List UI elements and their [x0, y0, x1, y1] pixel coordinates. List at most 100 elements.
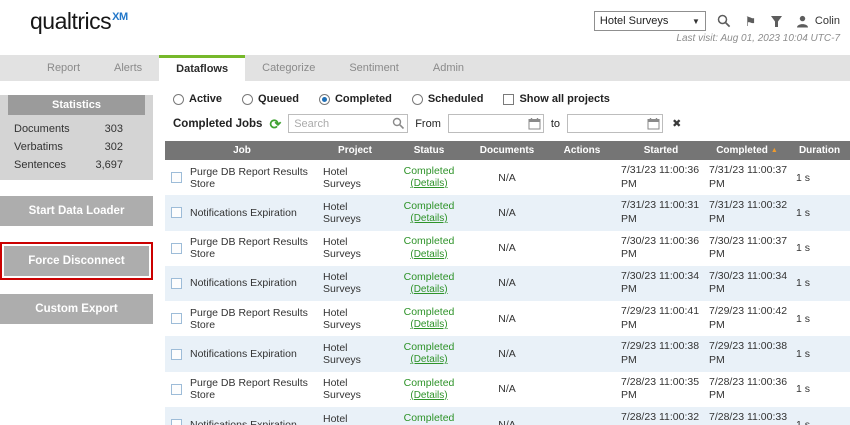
duration-cell: 1 s	[789, 407, 850, 425]
tab-categorize[interactable]: Categorize	[245, 55, 332, 81]
status-label: Completed	[395, 412, 463, 425]
job-name: Notifications Expiration	[190, 207, 297, 219]
row-checkbox[interactable]	[171, 349, 182, 360]
table-row: Purge DB Report Results Store Hotel Surv…	[165, 301, 850, 336]
tab-admin[interactable]: Admin	[416, 55, 481, 81]
column-header-project[interactable]: Project	[319, 141, 391, 160]
filter-icon[interactable]	[769, 14, 784, 29]
actions-cell	[547, 231, 617, 266]
statistics-title: Statistics	[8, 95, 145, 115]
table-row: Notifications Expiration Hotel Surveys C…	[165, 266, 850, 301]
top-bar: qualtricsXM Hotel Surveys ▼ ⚑ Colin Last…	[0, 0, 850, 55]
column-header-status[interactable]: Status	[391, 141, 467, 160]
column-header-started[interactable]: Started	[617, 141, 705, 160]
status-label: Completed	[395, 306, 463, 319]
tab-alerts[interactable]: Alerts	[97, 55, 159, 81]
table-row: Notifications Expiration Hotel Surveys C…	[165, 336, 850, 371]
status-label: Completed	[395, 377, 463, 390]
status-label: Completed	[395, 271, 463, 284]
search-icon[interactable]	[392, 117, 405, 133]
project-name: Hotel Surveys	[319, 301, 391, 336]
stat-value: 3,697	[95, 159, 123, 171]
show-all-projects-checkbox[interactable]: Show all projects	[503, 93, 609, 105]
refresh-icon[interactable]: ⟳	[269, 117, 281, 131]
username-label[interactable]: Colin	[815, 15, 840, 27]
started-cell: 7/29/23 11:00:38PM	[617, 336, 705, 371]
job-name: Purge DB Report Results Store	[190, 377, 315, 401]
radio-label: Completed	[335, 93, 392, 105]
radio-icon[interactable]	[319, 94, 330, 105]
calendar-icon[interactable]	[647, 117, 660, 133]
row-checkbox[interactable]	[171, 313, 182, 324]
details-link[interactable]: (Details)	[395, 249, 463, 262]
row-checkbox[interactable]	[171, 207, 182, 218]
force-disconnect-button[interactable]: Force Disconnect	[4, 246, 149, 276]
tab-dataflows[interactable]: Dataflows	[159, 55, 245, 81]
details-link[interactable]: (Details)	[395, 284, 463, 297]
column-header-actions[interactable]: Actions	[547, 141, 617, 160]
column-header-job[interactable]: Job	[165, 141, 319, 160]
row-checkbox[interactable]	[171, 172, 182, 183]
details-link[interactable]: (Details)	[395, 319, 463, 332]
duration-cell: 1 s	[789, 301, 850, 336]
tab-report[interactable]: Report	[30, 55, 97, 81]
search-icon[interactable]	[717, 14, 732, 29]
details-link[interactable]: (Details)	[395, 178, 463, 191]
highlight-annotation: Force Disconnect	[0, 242, 153, 280]
row-checkbox[interactable]	[171, 419, 182, 425]
actions-cell	[547, 301, 617, 336]
documents-cell: N/A	[467, 195, 547, 230]
sort-indicator-icon: ▲	[771, 147, 778, 154]
completed-jobs-toolbar: Completed Jobs ⟳ From to	[165, 114, 850, 141]
job-name: Purge DB Report Results Store	[190, 166, 315, 190]
completed-cell: 7/30/23 11:00:34PM	[705, 266, 789, 301]
user-icon[interactable]	[795, 14, 810, 29]
actions-cell	[547, 372, 617, 407]
to-date-wrap	[567, 114, 663, 133]
row-checkbox[interactable]	[171, 384, 182, 395]
status-label: Completed	[395, 200, 463, 213]
job-name: Notifications Expiration	[190, 277, 297, 289]
project-name: Hotel Surveys	[319, 372, 391, 407]
stat-documents: Documents 303	[0, 120, 153, 138]
main-tab-bar: Report Alerts Dataflows Categorize Senti…	[0, 55, 850, 81]
project-selector[interactable]: Hotel Surveys ▼	[594, 11, 706, 31]
duration-cell: 1 s	[789, 372, 850, 407]
column-header-duration[interactable]: Duration	[789, 141, 850, 160]
radio-scheduled[interactable]: Scheduled	[412, 93, 484, 105]
radio-queued[interactable]: Queued	[242, 93, 299, 105]
radio-label: Queued	[258, 93, 299, 105]
stat-label: Documents	[14, 123, 70, 135]
search-input[interactable]	[288, 114, 408, 133]
column-header-documents[interactable]: Documents	[467, 141, 547, 160]
start-data-loader-button[interactable]: Start Data Loader	[0, 196, 153, 226]
logo-xm-mark: XM	[112, 11, 128, 23]
checkbox-icon[interactable]	[503, 94, 514, 105]
clear-dates-icon[interactable]: ✖	[672, 117, 681, 130]
row-checkbox[interactable]	[171, 243, 182, 254]
radio-completed[interactable]: Completed	[319, 93, 392, 105]
job-name: Notifications Expiration	[190, 419, 297, 425]
flag-icon[interactable]: ⚑	[743, 14, 758, 29]
details-link[interactable]: (Details)	[395, 213, 463, 226]
column-header-completed[interactable]: Completed▲	[705, 141, 789, 160]
job-name: Notifications Expiration	[190, 348, 297, 360]
qualtrics-studio-window: qualtricsXM Hotel Surveys ▼ ⚑ Colin Last…	[0, 0, 850, 425]
radio-icon[interactable]	[173, 94, 184, 105]
status-label: Completed	[395, 341, 463, 354]
radio-icon[interactable]	[242, 94, 253, 105]
custom-export-button[interactable]: Custom Export	[0, 294, 153, 324]
details-link[interactable]: (Details)	[395, 390, 463, 403]
row-checkbox[interactable]	[171, 278, 182, 289]
qualtrics-logo: qualtricsXM	[30, 8, 128, 35]
completed-jobs-label: Completed Jobs	[173, 118, 262, 130]
details-link[interactable]: (Details)	[395, 354, 463, 367]
radio-active[interactable]: Active	[173, 93, 222, 105]
tab-sentiment[interactable]: Sentiment	[332, 55, 416, 81]
last-visit-text: Last visit: Aug 01, 2023 10:04 UTC-7	[676, 33, 840, 44]
started-cell: 7/31/23 11:00:36PM	[617, 160, 705, 195]
calendar-icon[interactable]	[528, 117, 541, 133]
completed-cell: 7/29/23 11:00:38PM	[705, 336, 789, 371]
radio-icon[interactable]	[412, 94, 423, 105]
completed-cell: 7/28/23 11:00:36PM	[705, 372, 789, 407]
